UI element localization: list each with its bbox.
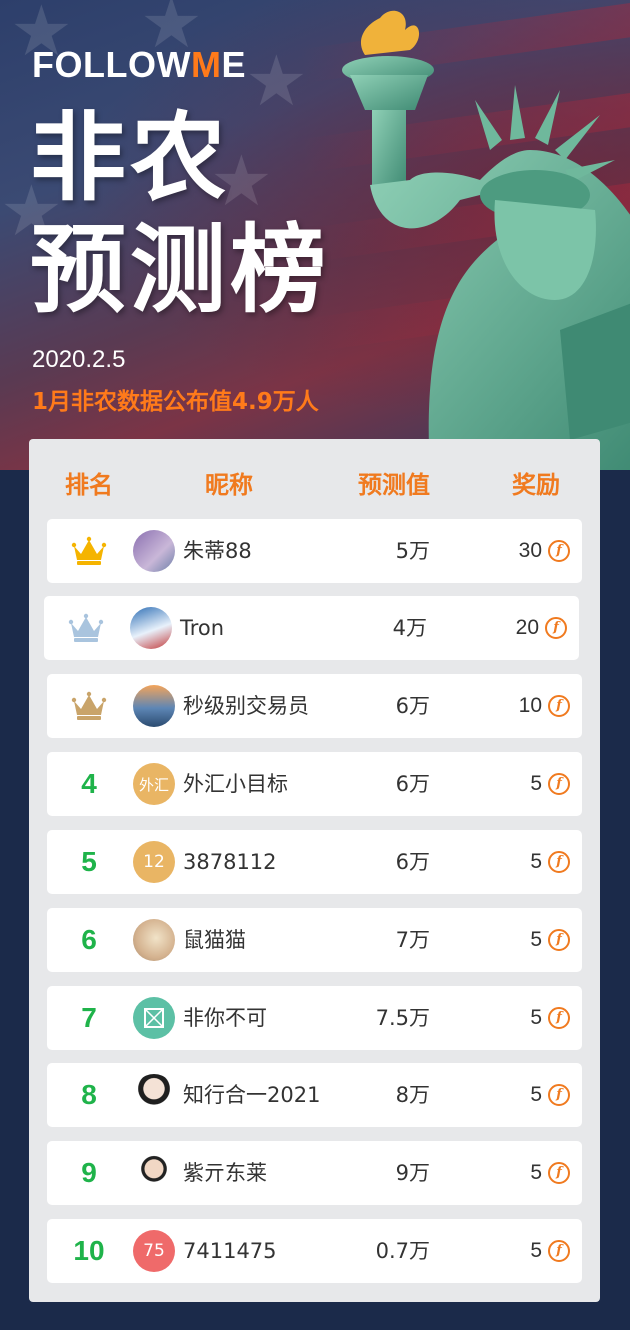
- avatar[interactable]: 外汇: [133, 763, 175, 805]
- reward-amount: 5: [530, 1239, 542, 1262]
- avatar[interactable]: 12: [133, 841, 175, 883]
- header-prediction: 预测值: [358, 471, 430, 499]
- avatar-text: 外汇: [138, 775, 169, 794]
- leaderboard-row[interactable]: 5 12 3878112 6万 5 f: [47, 830, 582, 894]
- leaderboard-row[interactable]: Tron 4万 20 f: [44, 596, 579, 660]
- nfp-result-subtitle: 1月非农数据公布值4.9万人: [32, 389, 319, 415]
- coin-icon: f: [548, 1007, 570, 1029]
- leaderboard-row[interactable]: 7 非你不可 7.5万 5 f: [47, 986, 582, 1050]
- prediction-value: 6万: [395, 694, 430, 718]
- crown-silver-icon: [68, 613, 104, 642]
- hero-banner: ★ ★ ★ ★ ★ FOLLOWME 非农 预测榜 2020.2.5 1月非农数…: [0, 0, 630, 470]
- nickname[interactable]: 知行合一2021: [183, 1063, 320, 1127]
- man-avatar-icon[interactable]: [133, 1152, 175, 1194]
- lake-avatar-icon[interactable]: [133, 685, 175, 727]
- prediction-value: 0.7万: [375, 1239, 430, 1263]
- avatar[interactable]: 75: [133, 1230, 175, 1272]
- leaderboard-row[interactable]: 9 紫亓东莱 9万 5 f: [47, 1141, 582, 1205]
- reward-amount: 5: [530, 928, 542, 951]
- nickname[interactable]: 外汇小目标: [183, 752, 288, 816]
- prediction-value: 4万: [392, 616, 427, 640]
- reward-amount: 30: [518, 539, 542, 562]
- prediction-value: 7.5万: [375, 1006, 430, 1030]
- coin-icon: f: [548, 1084, 570, 1106]
- publish-date: 2020.2.5: [32, 346, 126, 373]
- woman-avatar-icon[interactable]: [133, 1074, 175, 1116]
- crown-gold-icon: [71, 536, 107, 565]
- rank-number: 7: [81, 1002, 97, 1033]
- coin-icon: f: [545, 617, 567, 639]
- avatar-text: 12: [143, 852, 165, 872]
- leaderboard-row[interactable]: 6 鼠猫猫 7万 5 f: [47, 908, 582, 972]
- crown-bronze-icon: [61, 674, 117, 738]
- crown-silver-icon: [58, 596, 114, 660]
- nickname[interactable]: 朱蒂88: [183, 519, 252, 583]
- prediction-value: 9万: [395, 1161, 430, 1185]
- nickname[interactable]: 紫亓东莱: [183, 1141, 267, 1205]
- rank-number: 10: [73, 1235, 105, 1266]
- crown-gold-icon: [61, 519, 117, 583]
- reward-amount: 5: [530, 1006, 542, 1029]
- prediction-value: 6万: [395, 850, 430, 874]
- reward-amount: 5: [530, 1083, 542, 1106]
- prediction-value: 5万: [395, 539, 430, 563]
- nickname[interactable]: Tron: [180, 596, 224, 660]
- coin-icon: f: [548, 1162, 570, 1184]
- leaderboard-row[interactable]: 秒级别交易员 6万 10 f: [47, 674, 582, 738]
- page-title-line2: 预测榜: [30, 214, 330, 326]
- nickname[interactable]: 秒级别交易员: [183, 674, 309, 738]
- coin-icon: f: [548, 540, 570, 562]
- page-title-line1: 非农: [30, 102, 230, 214]
- image-placeholder-icon[interactable]: [133, 997, 175, 1039]
- ski-avatar-icon[interactable]: [130, 607, 172, 649]
- nickname[interactable]: 3878112: [183, 830, 277, 894]
- prediction-value: 7万: [395, 928, 430, 952]
- nickname[interactable]: 非你不可: [183, 986, 267, 1050]
- leaderboard-row[interactable]: 8 知行合一2021 8万 5 f: [47, 1063, 582, 1127]
- nickname[interactable]: 鼠猫猫: [183, 908, 246, 972]
- reward-amount: 20: [515, 616, 539, 639]
- rank-number: 6: [81, 924, 97, 955]
- rank-number: 8: [81, 1079, 97, 1110]
- coin-icon: f: [548, 851, 570, 873]
- header-nickname: 昵称: [205, 471, 253, 499]
- header-rank: 排名: [65, 471, 113, 499]
- rank-number: 5: [81, 846, 97, 877]
- mouse-avatar-icon[interactable]: [133, 919, 175, 961]
- reward-amount: 5: [530, 850, 542, 873]
- coin-icon: f: [548, 1240, 570, 1262]
- coin-icon: f: [548, 929, 570, 951]
- reward-amount: 5: [530, 1161, 542, 1184]
- nickname[interactable]: 7411475: [183, 1219, 277, 1283]
- reward-amount: 10: [518, 694, 542, 717]
- rank-number: 9: [81, 1157, 97, 1188]
- coin-icon: f: [548, 695, 570, 717]
- bunny-avatar-icon[interactable]: [133, 530, 175, 572]
- reward-amount: 5: [530, 772, 542, 795]
- leaderboard-row[interactable]: 朱蒂88 5万 30 f: [47, 519, 582, 583]
- prediction-value: 8万: [395, 1083, 430, 1107]
- rank-number: 4: [81, 768, 97, 799]
- prediction-value: 6万: [395, 772, 430, 796]
- leaderboard-row[interactable]: 10 75 7411475 0.7万 5 f: [47, 1219, 582, 1283]
- statue-of-liberty-icon: [342, 10, 630, 470]
- leaderboard-row[interactable]: 4 外汇 外汇小目标 6万 5 f: [47, 752, 582, 816]
- header-reward: 奖励: [512, 471, 560, 499]
- star-icon: ★: [245, 40, 308, 122]
- crown-bronze-icon: [71, 691, 107, 720]
- coin-icon: f: [548, 773, 570, 795]
- leaderboard-panel: 排名 昵称 预测值 奖励 朱蒂88 5万 30 f Tron 4万 20 f 秒级别交易员 6万 1…: [29, 439, 600, 1302]
- followme-logo: FOLLOWME: [32, 44, 246, 85]
- avatar-text: 75: [143, 1241, 165, 1261]
- table-header: 排名 昵称 预测值 奖励: [29, 439, 600, 519]
- logo-accent: M: [190, 44, 222, 85]
